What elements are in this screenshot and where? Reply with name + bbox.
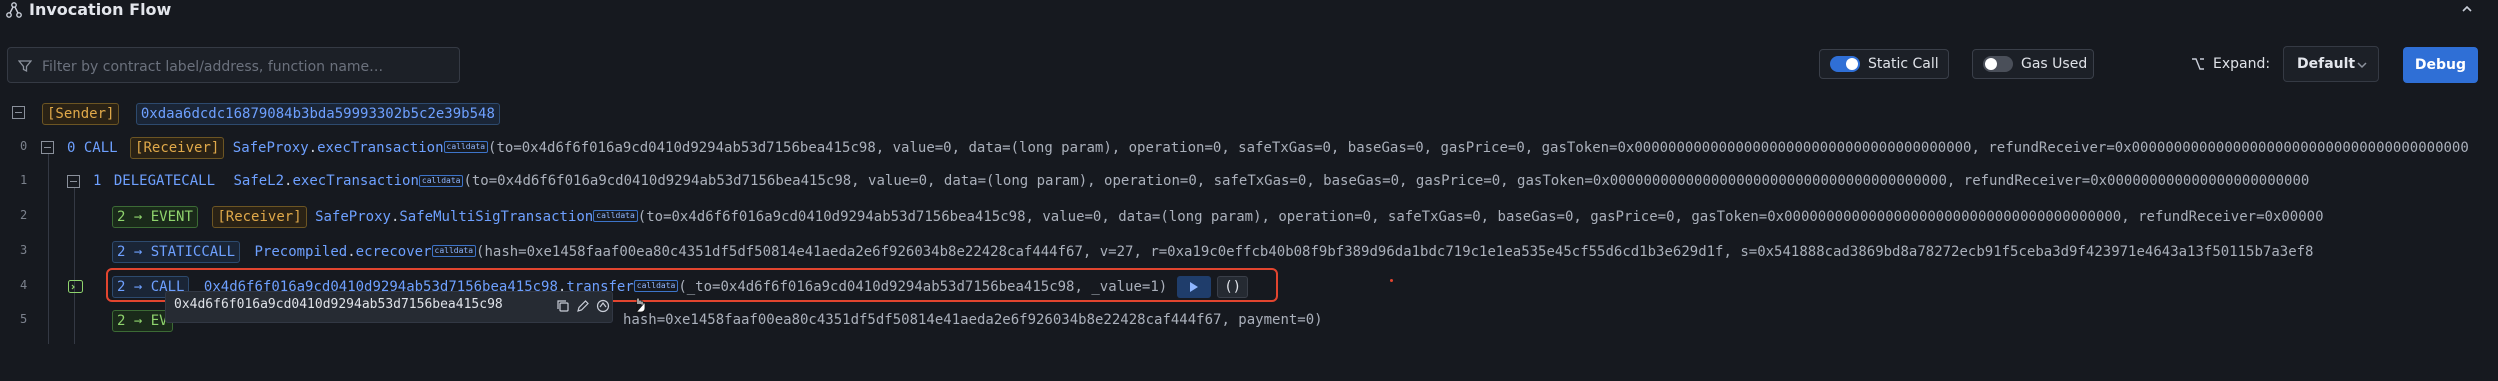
trace-row[interactable]: 1 1 DELEGATECALL SafeL2.execTransaction c… xyxy=(0,167,2498,195)
expand-control: Expand: xyxy=(2190,52,2270,76)
source-code-icon[interactable] xyxy=(68,280,83,293)
call-args: hash=0xe1458faaf00ea80c4351df5df50814e41… xyxy=(623,312,1323,328)
event-badge: 2 → EVENT xyxy=(112,206,198,228)
trace-row[interactable]: 2 2 → EVENT [Receiver] SafeProxy.SafeMul… xyxy=(0,202,2498,230)
sender-label: [Sender] xyxy=(42,103,120,125)
gas-used-toggle[interactable]: Gas Used xyxy=(1972,49,2094,79)
edit-icon[interactable] xyxy=(576,299,590,313)
target-name[interactable]: SafeL2 xyxy=(233,173,284,189)
method-name[interactable]: execTransaction xyxy=(292,173,418,189)
calldata-tag[interactable]: calldata xyxy=(418,175,464,187)
sender-address[interactable]: 0xdaa6dcdc16879084b3bda59993302b5c2e39b5… xyxy=(135,103,500,125)
tooltip-address: 0x4d6f6f016a9cd0410d9294ab53d7156bea415c… xyxy=(174,297,503,312)
call-type: DELEGATECALL xyxy=(113,173,216,189)
filter-icon xyxy=(18,60,32,73)
filter-input[interactable] xyxy=(40,56,454,78)
expand-selected-value: Default xyxy=(2297,56,2356,72)
static-call-toggle[interactable]: Static Call xyxy=(1819,49,1949,79)
target-name[interactable]: SafeProxy xyxy=(233,140,309,156)
call-type: EVENT xyxy=(150,209,193,225)
call-depth: 2 xyxy=(117,244,126,260)
contract-label: [Receiver] xyxy=(130,137,225,159)
line-number: 1 xyxy=(20,173,28,187)
collapse-toggle[interactable] xyxy=(12,106,25,119)
method-name[interactable]: execTransaction xyxy=(317,140,443,156)
calldata-tag[interactable]: calldata xyxy=(431,245,477,257)
call-badge: 2 → STATICCALL xyxy=(112,241,241,263)
gas-used-switch[interactable] xyxy=(1983,56,2013,72)
line-number: 3 xyxy=(20,243,28,257)
trace-row[interactable]: 0 0 CALL [Receiver] SafeProxy.execTransa… xyxy=(0,133,2498,161)
event-badge: 2 → EV xyxy=(112,310,173,332)
filter-box[interactable] xyxy=(7,47,460,83)
call-depth: 2 xyxy=(117,313,126,329)
gas-used-label: Gas Used xyxy=(2021,56,2088,72)
call-depth: 0 xyxy=(67,140,76,156)
line-number: 2 xyxy=(20,208,28,222)
call-args: (to=0x4d6f6f016a9cd0410d9294ab53d7156bea… xyxy=(488,140,2469,156)
chevron-down-icon xyxy=(2357,62,2367,69)
flow-icon xyxy=(6,2,22,18)
panel-header: Invocation Flow xyxy=(0,0,2498,24)
calldata-tag[interactable]: calldata xyxy=(593,210,638,222)
trace-row[interactable]: 3 2 → STATICCALL Precompiled.ecrecover ca… xyxy=(0,237,2498,265)
line-number: 0 xyxy=(20,139,28,153)
collapse-panel-icon[interactable] xyxy=(2460,2,2474,16)
collapse-toggle[interactable] xyxy=(67,175,80,188)
line-number: 5 xyxy=(20,312,28,326)
debug-button[interactable]: Debug xyxy=(2403,47,2478,83)
marker-dot xyxy=(1390,279,1393,282)
address-tooltip: 0x4d6f6f016a9cd0410d9294ab53d7156bea415c… xyxy=(165,291,613,323)
copy-icon[interactable] xyxy=(556,299,570,313)
sender-row: [Sender] 0xdaa6dcdc16879084b3bda59993302… xyxy=(0,99,2498,127)
collapse-toggle[interactable] xyxy=(41,141,54,154)
target-name[interactable]: Precompiled xyxy=(254,244,347,260)
method-name[interactable]: SafeMultiSigTransaction xyxy=(399,209,593,225)
arrow-icon: → xyxy=(133,313,143,329)
call-depth: 2 xyxy=(117,209,126,225)
calldata-tag[interactable]: calldata xyxy=(443,141,489,153)
method-name[interactable]: ecrecover xyxy=(356,244,432,260)
static-call-label: Static Call xyxy=(1868,56,1939,72)
call-depth: 1 xyxy=(93,173,102,189)
call-args: (to=0x4d6f6f016a9cd0410d9294ab53d7156bea… xyxy=(637,209,2324,225)
call-args: (hash=0xe1458faaf00ea80c4351df5df50814e4… xyxy=(476,244,2314,260)
line-number: 4 xyxy=(20,278,28,292)
explorer-icon[interactable] xyxy=(596,299,610,313)
arrow-icon: → xyxy=(133,209,143,225)
expand-icon xyxy=(2192,58,2204,70)
page-title: Invocation Flow xyxy=(29,0,172,19)
hand-cursor-icon xyxy=(636,297,646,313)
arrow-icon: → xyxy=(133,244,143,260)
call-type: CALL xyxy=(83,140,118,156)
call-type: STATICCALL xyxy=(150,244,236,260)
expand-select[interactable]: Default xyxy=(2283,46,2379,82)
expand-label: Expand: xyxy=(2213,56,2271,72)
target-name[interactable]: SafeProxy xyxy=(315,209,391,225)
contract-label: [Receiver] xyxy=(212,206,307,228)
call-args: (to=0x4d6f6f016a9cd0410d9294ab53d7156bea… xyxy=(463,173,2310,189)
static-call-switch[interactable] xyxy=(1830,56,1860,72)
